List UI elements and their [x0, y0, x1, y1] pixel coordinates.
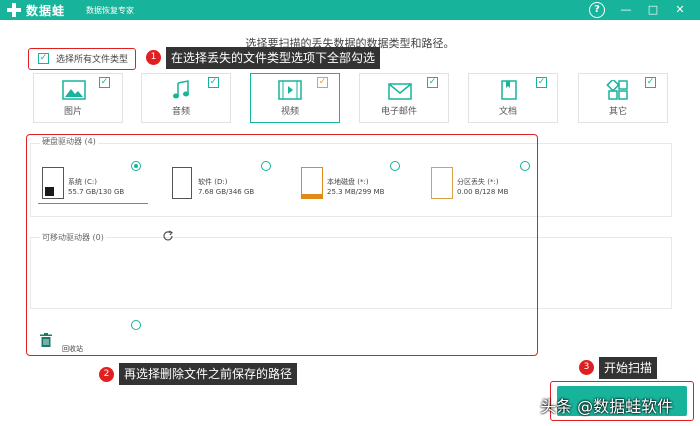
drive-lost-icon — [431, 167, 453, 199]
callout-1: 在选择丢失的文件类型选项下全部勾选 — [166, 47, 381, 69]
type-label-documents: 文档 — [498, 107, 517, 117]
help-button[interactable]: ? — [589, 2, 605, 18]
app-subtitle: 数据恢复专家 — [86, 6, 134, 15]
watermark: 头条 @数据蛙软件 — [540, 397, 674, 416]
video-icon — [278, 80, 302, 100]
type-label-email: 电子邮件 — [380, 107, 417, 117]
drive-radio-c[interactable] — [131, 161, 141, 171]
select-all-checkbox[interactable]: ✓ — [38, 53, 49, 64]
type-checkbox-video[interactable]: ✓ — [317, 77, 328, 88]
title-bar: 数据蛙 数据恢复专家 ? — □ ✕ — [0, 0, 700, 20]
type-checkbox-audio[interactable]: ✓ — [208, 77, 219, 88]
type-label-images: 图片 — [63, 107, 82, 117]
maximize-button[interactable]: □ — [645, 2, 661, 18]
logo-icon — [7, 3, 21, 17]
type-checkbox-documents[interactable]: ✓ — [536, 77, 547, 88]
removable-drives-title: 可移动驱动器 (0) — [40, 232, 106, 243]
mail-icon — [388, 83, 412, 100]
recycle-bin-label[interactable]: 回收站 — [62, 344, 83, 354]
drive-radio-local[interactable] — [390, 161, 400, 171]
document-icon — [501, 80, 517, 100]
drive-c-selected-indicator — [38, 203, 148, 204]
image-icon — [62, 80, 86, 100]
type-label-audio: 音频 — [171, 107, 190, 117]
drive-radio-d[interactable] — [261, 161, 271, 171]
app-name: 数据蛙 — [26, 4, 66, 18]
drive-usage-lost: 0.00 B/128 MB — [457, 188, 509, 196]
recycle-bin-radio[interactable] — [131, 320, 141, 330]
other-icon — [606, 80, 628, 100]
close-button[interactable]: ✕ — [672, 2, 688, 18]
type-checkbox-email[interactable]: ✓ — [427, 77, 438, 88]
drive-name-c: 系统 (C:) — [68, 178, 97, 186]
hard-drives-title: 硬盘驱动器 (4) — [40, 136, 98, 147]
drive-usage-d: 7.68 GB/346 GB — [198, 188, 255, 196]
type-checkbox-other[interactable]: ✓ — [645, 77, 656, 88]
type-checkbox-images[interactable]: ✓ — [99, 77, 110, 88]
windows-drive-icon — [42, 167, 64, 199]
callout-1-badge: 1 — [146, 50, 161, 65]
refresh-icon[interactable] — [162, 230, 174, 242]
type-label-video: 视频 — [280, 107, 299, 117]
drive-orange-icon — [301, 167, 323, 199]
drive-name-local: 本地磁盘 (*:) — [327, 178, 369, 186]
drive-icon — [172, 167, 192, 199]
type-label-other: 其它 — [608, 107, 627, 117]
callout-2-badge: 2 — [99, 367, 114, 382]
drive-usage-c: 55.7 GB/130 GB — [68, 188, 125, 196]
music-icon — [173, 80, 189, 99]
callout-3-badge: 3 — [579, 360, 594, 375]
drive-radio-lost[interactable] — [520, 161, 530, 171]
callout-3: 开始扫描 — [599, 357, 658, 379]
trash-icon — [40, 333, 52, 347]
minimize-button[interactable]: — — [618, 2, 634, 18]
select-all-label[interactable]: 选择所有文件类型 — [56, 52, 128, 65]
callout-2: 再选择删除文件之前保存的路径 — [119, 363, 298, 385]
drive-name-d: 软件 (D:) — [198, 178, 228, 186]
drive-usage-local: 25.3 MB/299 MB — [327, 188, 385, 196]
drive-name-lost: 分区丢失 (*:) — [457, 178, 499, 186]
